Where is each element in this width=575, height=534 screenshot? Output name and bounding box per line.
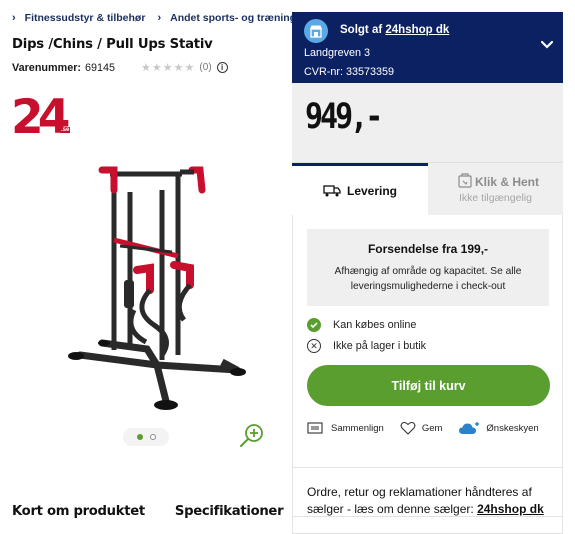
logo-number: 24: [11, 90, 70, 145]
product-price: 949,-: [305, 97, 383, 138]
chevron-down-icon[interactable]: [540, 38, 554, 52]
add-to-cart-button[interactable]: Tilføj til kurv: [307, 365, 550, 406]
zoom-in-icon[interactable]: [239, 423, 265, 449]
product-section-tabs: Kort om produktet Specifikationer: [12, 504, 284, 519]
seller-panel[interactable]: Solgt af 24hshop dk Landgreven 3 CVR-nr:…: [292, 12, 563, 83]
tab-click-collect-label: Klik & Hent: [475, 175, 540, 189]
chevron-right-icon: ›: [12, 12, 16, 24]
product-title: Dips /Chins / Pull Ups Stativ: [12, 37, 213, 52]
tab-click-collect[interactable]: Klik & Hent Ikke tilgængelig: [428, 163, 563, 215]
star-icon: ★: [162, 62, 173, 74]
heart-icon: [400, 421, 416, 435]
tab-delivery-label: Levering: [346, 183, 397, 198]
tab-delivery[interactable]: Levering: [292, 163, 428, 215]
product-image[interactable]: [62, 160, 272, 415]
rating-stars[interactable]: ★ ★ ★ ★ ★: [141, 61, 195, 74]
price-box: 949,-: [292, 83, 563, 163]
gallery-dot-active[interactable]: [136, 434, 143, 440]
wishlist-action[interactable]: Ønskeskyen: [458, 421, 539, 435]
compare-icon: [307, 422, 323, 434]
tab-click-collect-status: Ikke tilgængelig: [459, 192, 532, 204]
check-icon: [307, 318, 321, 332]
product-actions: Sammenlign Gem Ønskeskyen: [307, 421, 555, 435]
availability-store-text: Ikke på lager i butik: [333, 340, 427, 352]
seller-name-link[interactable]: 24hshop dk: [385, 24, 449, 36]
shipping-title: Forsendelse fra 199,-: [367, 242, 489, 256]
seller-policy-box: Ordre, retur og reklamationer håndteres …: [292, 467, 563, 534]
availability-online-text: Kan købes online: [333, 319, 417, 331]
shipping-text: Afhængig af område og kapacitet. Se alle…: [334, 266, 522, 292]
star-icon: ★: [184, 62, 195, 74]
info-icon[interactable]: i: [216, 62, 228, 73]
save-action[interactable]: Gem: [400, 421, 443, 435]
shop-icon: [304, 19, 328, 43]
product-meta: Varenummer: 69145 ★ ★ ★ ★ ★ (0) i: [12, 61, 228, 74]
delivery-tabs: Levering Klik & Hent Ikke tilgængelig: [292, 163, 563, 215]
cloud-plus-icon: [459, 422, 480, 434]
seller-cvr: CVR-nr: 33573359: [304, 66, 395, 78]
availability-online: Kan købes online: [307, 318, 416, 332]
brand-logo: 24 .se: [11, 90, 71, 145]
star-icon: ★: [141, 62, 151, 74]
seller-address: Landgreven 3: [304, 47, 371, 59]
buy-box: Solgt af 24hshop dk Landgreven 3 CVR-nr:…: [292, 12, 563, 517]
tab-specifications[interactable]: Specifikationer: [175, 504, 284, 519]
seller-prefix: Solgt af: [340, 24, 386, 36]
seller-policy-link[interactable]: 24hshop dk: [477, 502, 544, 516]
star-icon: ★: [173, 62, 184, 74]
logo-suffix: .se: [60, 127, 71, 133]
review-count[interactable]: (0): [199, 62, 211, 73]
breadcrumb-item-fitness[interactable]: Fitnessudstyr & tilbehør: [25, 12, 146, 24]
store-pickup-icon: [458, 173, 472, 188]
x-circle-icon: ✕: [307, 339, 321, 353]
product-main-column: › Fitnessudstyr & tilbehør › Andet sport…: [0, 0, 334, 534]
shipping-info: Forsendelse fra 199,- Afhængig af område…: [307, 229, 549, 306]
availability-store: ✕ Ikke på lager i butik: [307, 339, 426, 353]
gallery-pagination: [123, 428, 169, 446]
compare-label: Sammenlign: [331, 422, 384, 434]
sku-value: 69145: [85, 61, 116, 74]
chevron-right-icon: ›: [157, 12, 162, 24]
wishlist-label: Ønskeskyen: [486, 422, 539, 434]
gallery-dot[interactable]: [149, 434, 156, 440]
truck-icon: [323, 184, 341, 196]
seller-sold-by: Solgt af 24hshop dk: [340, 24, 449, 36]
sku-label: Varenummer:: [12, 61, 82, 74]
save-label: Gem: [421, 422, 443, 434]
compare-action[interactable]: Sammenlign: [307, 421, 384, 435]
star-icon: ★: [151, 62, 162, 74]
tab-product-summary[interactable]: Kort om produktet: [12, 504, 145, 519]
